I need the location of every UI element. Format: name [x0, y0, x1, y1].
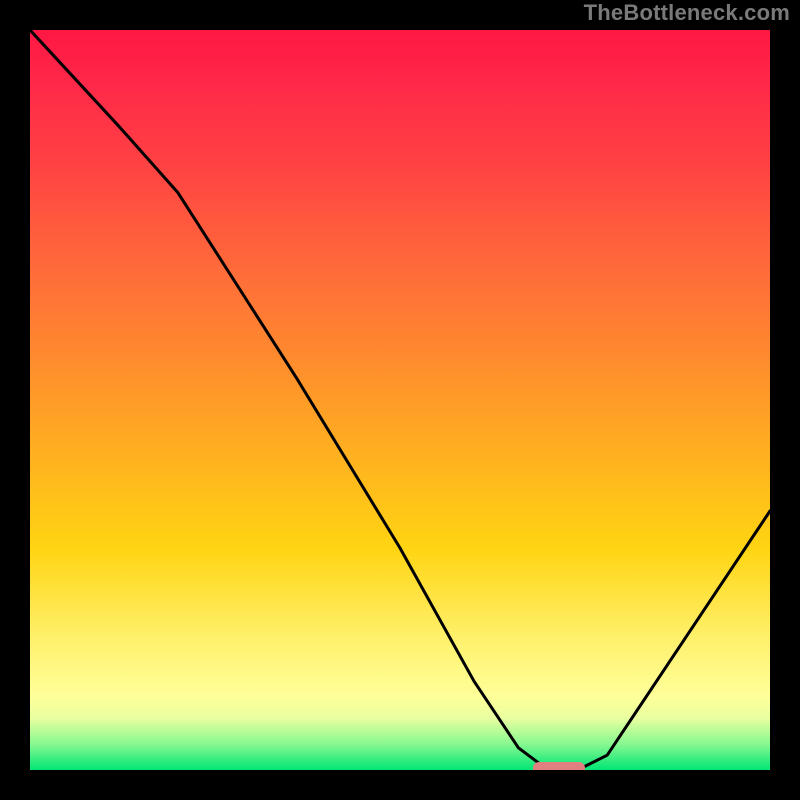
optimum-marker	[533, 762, 585, 770]
watermark-text: TheBottleneck.com	[584, 0, 790, 26]
plot-area	[30, 30, 770, 770]
outer-frame: TheBottleneck.com	[0, 0, 800, 800]
bottleneck-curve	[30, 30, 770, 770]
curve-path	[30, 30, 770, 770]
